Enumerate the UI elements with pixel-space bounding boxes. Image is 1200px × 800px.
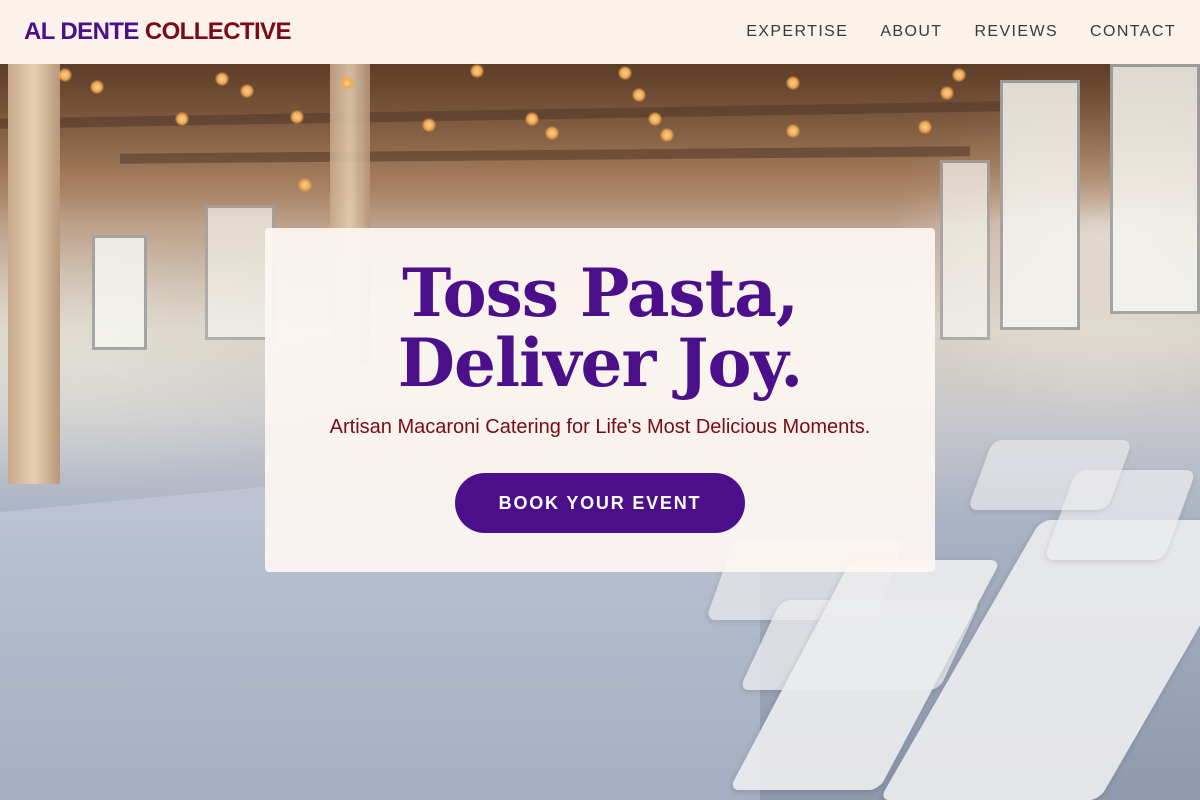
hero-card: Toss Pasta, Deliver Joy. Artisan Macaron… [265,228,935,572]
brand-name-part2: COLLECTIVE [144,18,292,45]
light-bulb [340,76,354,90]
light-bulb [952,68,966,82]
light-bulb [525,112,539,126]
nav-link-reviews[interactable]: REVIEWS [974,23,1058,41]
window [92,235,147,350]
hero-title: Toss Pasta, Deliver Joy. [397,254,803,402]
light-bulb [660,128,674,142]
hero-title-line2: Deliver Joy. [397,324,803,402]
brand-logo[interactable]: AL DENTE COLLECTIVE [24,18,291,46]
light-bulb [632,88,646,102]
window [1000,80,1080,330]
light-bulb [786,76,800,90]
top-navbar: AL DENTE COLLECTIVE EXPERTISE ABOUT REVI… [0,0,1200,64]
light-bulb [545,126,559,140]
nav-link-expertise[interactable]: EXPERTISE [746,23,848,41]
light-bulb [90,80,104,94]
light-bulb [240,84,254,98]
light-bulb [175,112,189,126]
window [940,160,990,340]
light-bulb [618,66,632,80]
light-bulb [940,86,954,100]
light-bulb [298,178,312,192]
light-bulb [648,112,662,126]
window [1110,64,1200,314]
light-bulb [786,124,800,138]
light-bulb [58,68,72,82]
light-bulb [918,120,932,134]
light-bulb [422,118,436,132]
pillar [8,64,60,484]
nav-menu: EXPERTISE ABOUT REVIEWS CONTACT [746,23,1176,41]
hero-subtitle: Artisan Macaroni Catering for Life's Mos… [329,416,871,438]
nav-link-contact[interactable]: CONTACT [1090,23,1176,41]
light-bulb [470,64,484,78]
nav-link-about[interactable]: ABOUT [880,23,942,41]
chair [967,440,1133,510]
light-bulb [290,110,304,124]
brand-name-part1: AL DENTE [24,18,139,45]
light-bulb [215,72,229,86]
book-event-button[interactable]: BOOK YOUR EVENT [455,473,745,533]
hero-title-line1: Toss Pasta, [402,254,799,332]
